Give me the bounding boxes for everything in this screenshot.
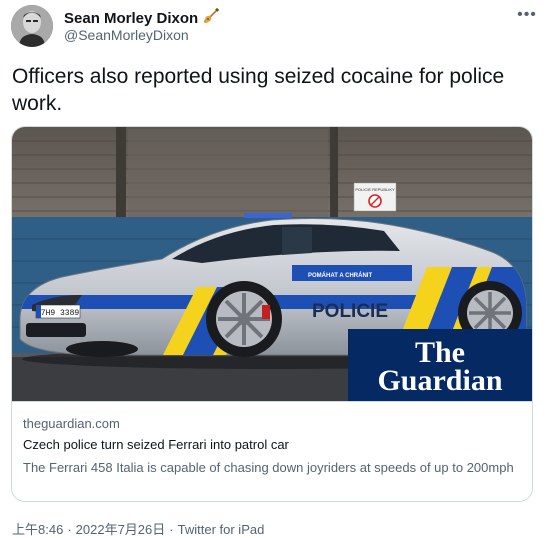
guitar-icon [202, 7, 220, 30]
avatar-photo [11, 5, 53, 47]
tweet-time[interactable]: 上午8:46 [12, 522, 63, 537]
front-wheel [206, 281, 282, 357]
tweet: Sean Morley Dixon @SeanMorleyDixon ••• O… [0, 0, 550, 537]
display-name[interactable]: Sean Morley Dixon [64, 10, 198, 27]
sign-text: POLICIE REPUBLIKY [355, 187, 395, 192]
timestamp-row: 上午8:46 · 2022年7月26日 · Twitter for iPad [12, 519, 264, 538]
handle[interactable]: @SeanMorleyDixon [64, 27, 189, 43]
card-title[interactable]: Czech police turn seized Ferrari into pa… [23, 437, 289, 452]
separator: · [169, 522, 174, 537]
card-domain[interactable]: theguardian.com [23, 416, 120, 431]
more-icon: ••• [517, 6, 537, 23]
link-card[interactable]: POLICIE REPUBLIKY POMÁHAT A CHRÁNIT POLI… [11, 126, 533, 502]
tweet-date[interactable]: 2022年7月26日 [76, 522, 166, 537]
car-slogan: POMÁHAT A CHRÁNIT [308, 272, 372, 279]
card-description[interactable]: The Ferrari 458 Italia is capable of cha… [23, 458, 523, 477]
avatar[interactable] [11, 5, 53, 47]
article-image: POLICIE REPUBLIKY POMÁHAT A CHRÁNIT POLI… [12, 127, 532, 401]
guardian-logo-line2: Guardian [377, 364, 502, 397]
more-options-button[interactable]: ••• [516, 6, 538, 24]
card-meta[interactable]: theguardian.com Czech police turn seized… [12, 401, 532, 501]
tweet-text: Officers also reported using seized coca… [12, 65, 505, 115]
plate-text: 7H9 3389 [41, 309, 80, 318]
tweet-source[interactable]: Twitter for iPad [178, 522, 265, 537]
car-label: POLICIE [312, 301, 388, 322]
separator: · [67, 522, 72, 537]
